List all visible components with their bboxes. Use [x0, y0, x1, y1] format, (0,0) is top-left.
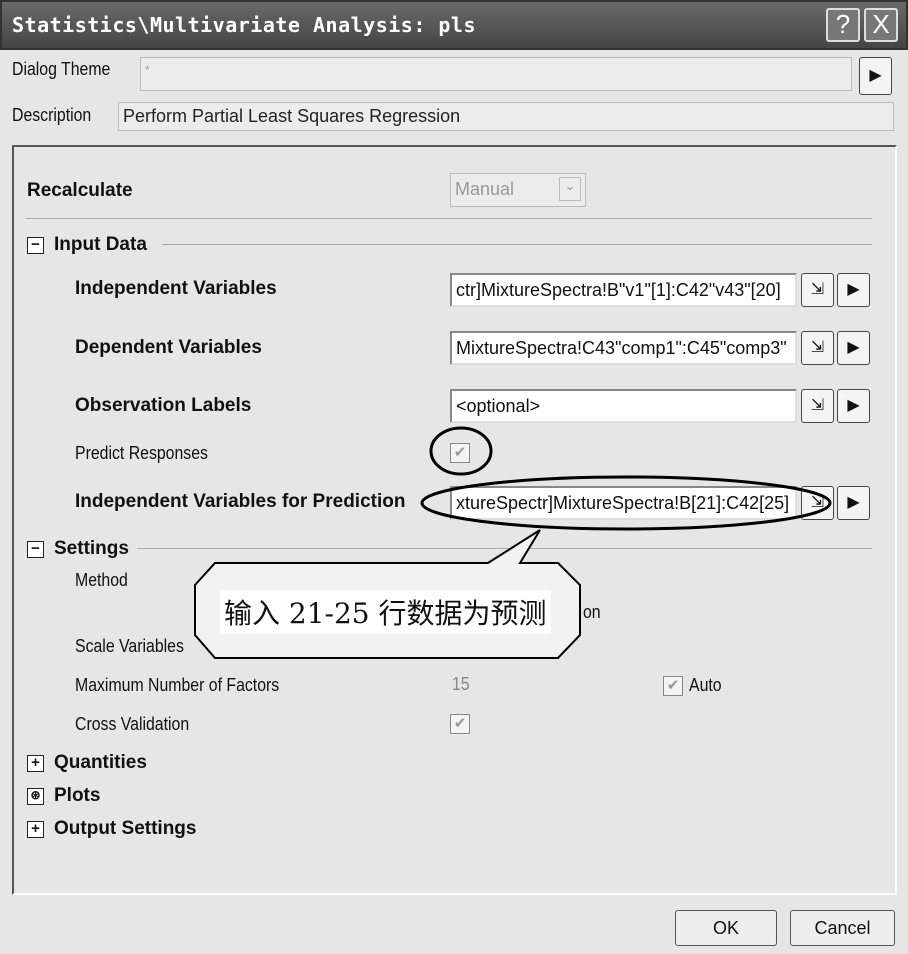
annotation-overlay: [194, 426, 832, 659]
cancel-button[interactable]: Cancel: [790, 910, 895, 946]
ok-button[interactable]: OK: [675, 910, 777, 946]
callout-text: 输入 21-25 行数据为预测: [220, 590, 551, 634]
annotation-ellipse: [420, 475, 832, 531]
annotation-ellipse: [429, 426, 493, 476]
